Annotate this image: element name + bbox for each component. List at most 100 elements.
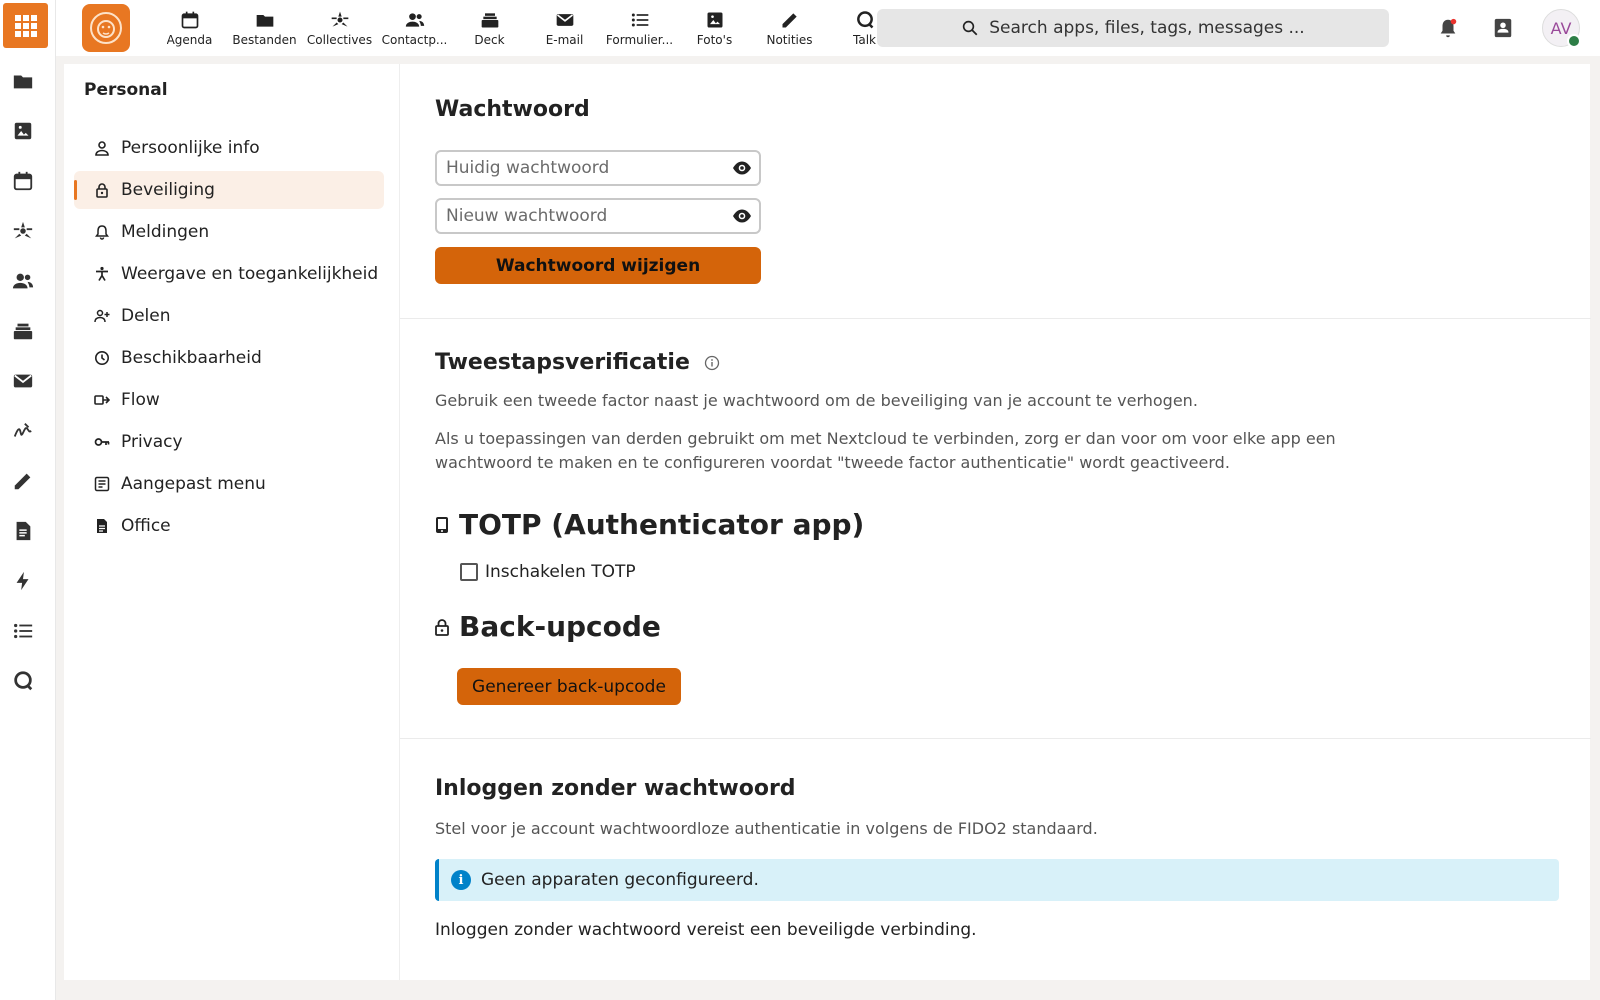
rail-notes-icon[interactable] bbox=[8, 466, 38, 496]
backup-title: Back-upcode bbox=[459, 610, 661, 643]
collectives-icon bbox=[331, 11, 348, 27]
twofactor-intro: Gebruik een tweede factor naast je wacht… bbox=[435, 391, 1198, 410]
app-label: E-mail bbox=[545, 32, 584, 47]
twofactor-warning: Als u toepassingen van derden gebruikt o… bbox=[435, 429, 1336, 472]
photos-icon bbox=[707, 12, 722, 27]
totp-header: TOTP (Authenticator app) bbox=[435, 508, 864, 541]
app-label: Talk bbox=[853, 32, 876, 47]
rail-folder-icon[interactable] bbox=[8, 66, 38, 96]
app-notes[interactable]: Notities bbox=[752, 0, 827, 56]
search-input[interactable]: Search apps, files, tags, messages ... bbox=[877, 9, 1389, 47]
sidebar-item-beschikbaarheid[interactable]: Beschikbaarheid bbox=[74, 339, 384, 377]
sidebar-item-label: Aangepast menu bbox=[121, 474, 266, 494]
app-rail bbox=[0, 0, 56, 1000]
sidebar-item-office[interactable]: Office bbox=[74, 507, 384, 545]
sidebar-item-beveiliging[interactable]: Beveiliging bbox=[74, 171, 384, 209]
change-password-button[interactable]: Wachtwoord wijzigen bbox=[435, 247, 761, 284]
new-password-field[interactable]: Nieuw wachtwoord bbox=[435, 198, 761, 234]
bell-icon bbox=[95, 225, 109, 240]
twofactor-title: Tweestapsverificatie bbox=[435, 350, 690, 375]
passwordless-note: Inloggen zonder wachtwoord vereist een b… bbox=[435, 920, 977, 940]
twofactor-section: Tweestapsverificatie Gebruik een tweede … bbox=[400, 319, 1591, 739]
sidebar-item-label: Beveiliging bbox=[121, 180, 215, 200]
app-label: Formulier... bbox=[605, 32, 674, 47]
logo[interactable] bbox=[82, 4, 130, 52]
passwordless-title: Inloggen zonder wachtwoord bbox=[435, 776, 796, 801]
app-bestanden[interactable]: Bestanden bbox=[227, 0, 302, 56]
sidebar-item-persoonlijke-info[interactable]: Persoonlijke info bbox=[74, 129, 384, 167]
clock-icon bbox=[95, 351, 109, 365]
rail-talk-icon[interactable] bbox=[8, 666, 38, 696]
app-photos[interactable]: Foto's bbox=[677, 0, 752, 56]
lock-icon bbox=[96, 183, 108, 198]
app-label: Agenda bbox=[166, 32, 213, 47]
person-icon bbox=[95, 141, 109, 156]
backup-header: Back-upcode bbox=[435, 610, 661, 643]
app-contacts[interactable]: Contactp... bbox=[377, 0, 452, 56]
avatar-initials: AV bbox=[1550, 18, 1572, 38]
sidebar-item-label: Persoonlijke info bbox=[121, 138, 260, 158]
sidebar-item-privacy[interactable]: Privacy bbox=[74, 423, 384, 461]
sidebar-item-delen[interactable]: Delen bbox=[74, 297, 384, 335]
notes-icon bbox=[782, 12, 797, 27]
app-label: Deck bbox=[474, 32, 505, 47]
app-email[interactable]: E-mail bbox=[527, 0, 602, 56]
contacts-menu-button[interactable] bbox=[1485, 10, 1521, 46]
online-status-icon bbox=[1567, 34, 1581, 48]
rail-calendar-icon[interactable] bbox=[8, 166, 38, 196]
deck-icon bbox=[481, 12, 498, 27]
sidebar-item-label: Office bbox=[121, 516, 171, 536]
mail-icon bbox=[556, 13, 573, 26]
passwordless-intro: Stel voor je account wachtwoordloze auth… bbox=[435, 819, 1098, 838]
eye-icon[interactable] bbox=[732, 208, 752, 224]
totp-checkbox-label: Inschakelen TOTP bbox=[485, 562, 636, 582]
app-label: Contactp... bbox=[381, 32, 448, 47]
app-label: Collectives bbox=[306, 32, 373, 47]
totp-checkbox[interactable] bbox=[460, 563, 478, 581]
app-deck[interactable]: Deck bbox=[452, 0, 527, 56]
rail-signature-icon[interactable] bbox=[8, 416, 38, 446]
bell-icon bbox=[1440, 18, 1457, 38]
rail-list-icon[interactable] bbox=[8, 616, 38, 646]
rail-contacts-icon[interactable] bbox=[8, 266, 38, 296]
rail-flow-icon[interactable] bbox=[8, 566, 38, 596]
rail-mail-icon[interactable] bbox=[8, 366, 38, 396]
info-icon: i bbox=[451, 870, 471, 890]
flow-icon bbox=[94, 395, 110, 405]
rail-deck-icon[interactable] bbox=[8, 316, 38, 346]
totp-checkbox-row[interactable]: Inschakelen TOTP bbox=[460, 562, 636, 582]
info-icon[interactable] bbox=[704, 355, 720, 371]
avatar[interactable]: AV bbox=[1542, 9, 1581, 48]
notifications-button[interactable] bbox=[1430, 10, 1466, 46]
menu-icon bbox=[94, 476, 110, 492]
sidebar-item-meldingen[interactable]: Meldingen bbox=[74, 213, 384, 251]
office-icon bbox=[97, 519, 107, 533]
rail-document-icon[interactable] bbox=[8, 516, 38, 546]
app-menu-button[interactable] bbox=[3, 3, 48, 48]
app-label: Bestanden bbox=[232, 32, 297, 47]
sidebar-item-flow[interactable]: Flow bbox=[74, 381, 384, 419]
lion-logo-icon bbox=[90, 12, 122, 44]
app-collectives[interactable]: Collectives bbox=[302, 0, 377, 56]
accessibility-icon bbox=[96, 266, 108, 281]
current-password-placeholder: Huidig wachtwoord bbox=[446, 158, 610, 178]
settings-content: Wachtwoord Huidig wachtwoord Nieuw wacht… bbox=[399, 64, 1591, 980]
totp-title: TOTP (Authenticator app) bbox=[459, 508, 865, 541]
sidebar-item-label: Meldingen bbox=[121, 222, 210, 242]
generate-backup-codes-button[interactable]: Genereer back-upcode bbox=[457, 668, 681, 705]
app-forms[interactable]: Formulier... bbox=[602, 0, 677, 56]
sidebar-item-weergave[interactable]: Weergave en toegankelijkheid bbox=[74, 255, 384, 293]
app-agenda[interactable]: Agenda bbox=[152, 0, 227, 56]
contacts-book-icon bbox=[1494, 18, 1512, 38]
key-icon bbox=[94, 438, 110, 446]
no-devices-notice: i Geen apparaten geconfigureerd. bbox=[435, 859, 1559, 901]
rail-collectives-icon[interactable] bbox=[8, 216, 38, 246]
sidebar-item-aangepast-menu[interactable]: Aangepast menu bbox=[74, 465, 384, 503]
rail-photos-icon[interactable] bbox=[8, 116, 38, 146]
eye-icon[interactable] bbox=[732, 160, 752, 176]
settings-navigation: Personal Persoonlijke info Beveiliging M… bbox=[64, 64, 425, 980]
share-icon bbox=[94, 309, 110, 323]
sidebar-item-label: Flow bbox=[121, 390, 160, 410]
sidebar-item-label: Beschikbaarheid bbox=[121, 348, 262, 368]
current-password-field[interactable]: Huidig wachtwoord bbox=[435, 150, 761, 186]
